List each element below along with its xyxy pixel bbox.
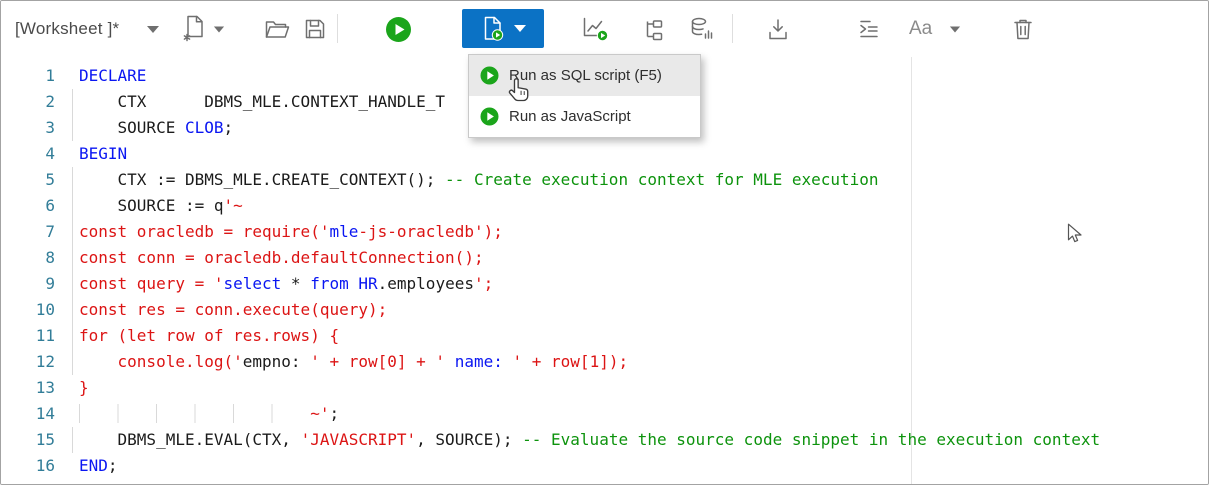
line-number: 13 — [1, 375, 55, 401]
menu-item-label: Run as JavaScript — [509, 108, 631, 125]
worksheet-title: [Worksheet ]* — [15, 19, 119, 39]
font-size-button[interactable]: Aa — [909, 1, 940, 57]
code-line[interactable]: 11 for (let row of res.rows) { — [1, 323, 1208, 349]
code-text: const res = conn.execute(query); — [79, 297, 387, 323]
open-file-icon — [264, 17, 291, 41]
code-line[interactable]: 16 END; — [1, 453, 1208, 479]
line-number: 8 — [1, 245, 55, 271]
line-number: 12 — [1, 349, 55, 375]
code-line[interactable]: 8 const conn = oracledb.defaultConnection… — [1, 245, 1208, 271]
autotrace-button[interactable] — [689, 1, 716, 57]
explain-plan-tree-button[interactable] — [643, 1, 669, 57]
explain-plan-chart-icon — [581, 15, 611, 43]
line-number: 14 — [1, 401, 55, 427]
line-number: 4 — [1, 141, 55, 167]
download-button[interactable] — [765, 1, 791, 57]
code-text: CTX DBMS_MLE.CONTEXT_HANDLE_T — [79, 89, 445, 115]
explain-plan-tree-icon — [643, 17, 669, 41]
run-statement-icon — [385, 16, 412, 43]
run-script-button[interactable] — [462, 9, 544, 48]
open-file-button[interactable] — [264, 1, 291, 57]
save-button[interactable] — [303, 1, 327, 57]
line-number: 6 — [1, 193, 55, 219]
new-worksheet-button[interactable] — [181, 1, 207, 57]
code-line[interactable]: 7 const oracledb = require('mle-js-oracle… — [1, 219, 1208, 245]
run-script-icon — [481, 15, 505, 42]
code-text: CTX := DBMS_MLE.CREATE_CONTEXT(); -- Cre… — [79, 167, 879, 193]
code-text: } — [79, 375, 89, 401]
code-line[interactable]: 5 CTX := DBMS_MLE.CREATE_CONTEXT(); -- C… — [1, 167, 1208, 193]
code-text: SOURCE := q'~ — [79, 193, 243, 219]
line-number: 1 — [1, 63, 55, 89]
line-number: 3 — [1, 115, 55, 141]
code-text: const conn = oracledb.defaultConnection(… — [79, 245, 484, 271]
code-text: console.log('empno: ' + row[0] + ' name:… — [79, 349, 628, 375]
code-line[interactable]: 12 console.log('empno: ' + row[0] + ' na… — [1, 349, 1208, 375]
code-text: ~'; — [79, 401, 339, 427]
code-text: const oracledb = require('mle-js-oracled… — [79, 219, 503, 245]
line-number: 11 — [1, 323, 55, 349]
menu-item-label: Run as SQL script (F5) — [509, 67, 662, 84]
code-text: for (let row of res.rows) { — [79, 323, 339, 349]
autotrace-icon — [689, 16, 716, 42]
code-line[interactable]: 6 SOURCE := q'~ — [1, 193, 1208, 219]
run-play-icon — [480, 66, 499, 85]
font-size-caret-icon[interactable] — [949, 1, 961, 57]
line-number: 16 — [1, 453, 55, 479]
run-script-caret-icon — [514, 25, 526, 32]
run-statement-button[interactable] — [385, 1, 412, 57]
code-text: DBMS_MLE.EVAL(CTX, 'JAVASCRIPT', SOURCE)… — [79, 427, 1100, 453]
worksheet-title-dropdown[interactable]: [Worksheet ]* — [15, 1, 119, 57]
toolbar-divider — [337, 14, 338, 43]
line-number: 9 — [1, 271, 55, 297]
code-text: END; — [79, 453, 118, 479]
code-line[interactable]: 13} — [1, 375, 1208, 401]
font-size-icon: Aa — [909, 18, 932, 40]
clear-button[interactable] — [1011, 1, 1035, 57]
new-worksheet-icon — [181, 14, 207, 44]
code-line[interactable]: 14 ~'; — [1, 401, 1208, 427]
line-number: 2 — [1, 89, 55, 115]
save-icon — [303, 17, 327, 41]
new-worksheet-caret-icon[interactable] — [213, 1, 225, 57]
download-icon — [765, 17, 791, 42]
line-number: 7 — [1, 219, 55, 245]
menu-item-run-javascript[interactable]: Run as JavaScript — [469, 96, 700, 137]
line-number: 10 — [1, 297, 55, 323]
code-line[interactable]: 15 DBMS_MLE.EVAL(CTX, 'JAVASCRIPT', SOUR… — [1, 427, 1208, 453]
format-icon — [856, 17, 882, 41]
code-line[interactable]: 9 const query = 'select * from HR.employe… — [1, 271, 1208, 297]
explain-plan-chart-button[interactable] — [581, 1, 611, 57]
code-text: const query = 'select * from HR.employee… — [79, 271, 493, 297]
worksheet-caret-icon[interactable] — [147, 1, 159, 57]
format-button[interactable] — [856, 1, 882, 57]
code-line[interactable]: 10 const res = conn.execute(query); — [1, 297, 1208, 323]
run-play-icon — [480, 107, 499, 126]
code-text: SOURCE CLOB; — [79, 115, 233, 141]
line-number: 15 — [1, 427, 55, 453]
menu-item-run-sql-script[interactable]: Run as SQL script (F5) — [469, 55, 700, 96]
code-text: BEGIN — [79, 141, 127, 167]
code-text: DECLARE — [79, 63, 146, 89]
worksheet-window: [Worksheet ]* — [0, 0, 1209, 485]
line-number: 5 — [1, 167, 55, 193]
toolbar: [Worksheet ]* — [1, 1, 1208, 57]
run-script-dropdown-menu: Run as SQL script (F5) Run as JavaScript — [468, 54, 701, 138]
trash-icon — [1011, 16, 1035, 42]
code-line[interactable]: 4 BEGIN — [1, 141, 1208, 167]
toolbar-divider — [732, 14, 733, 43]
